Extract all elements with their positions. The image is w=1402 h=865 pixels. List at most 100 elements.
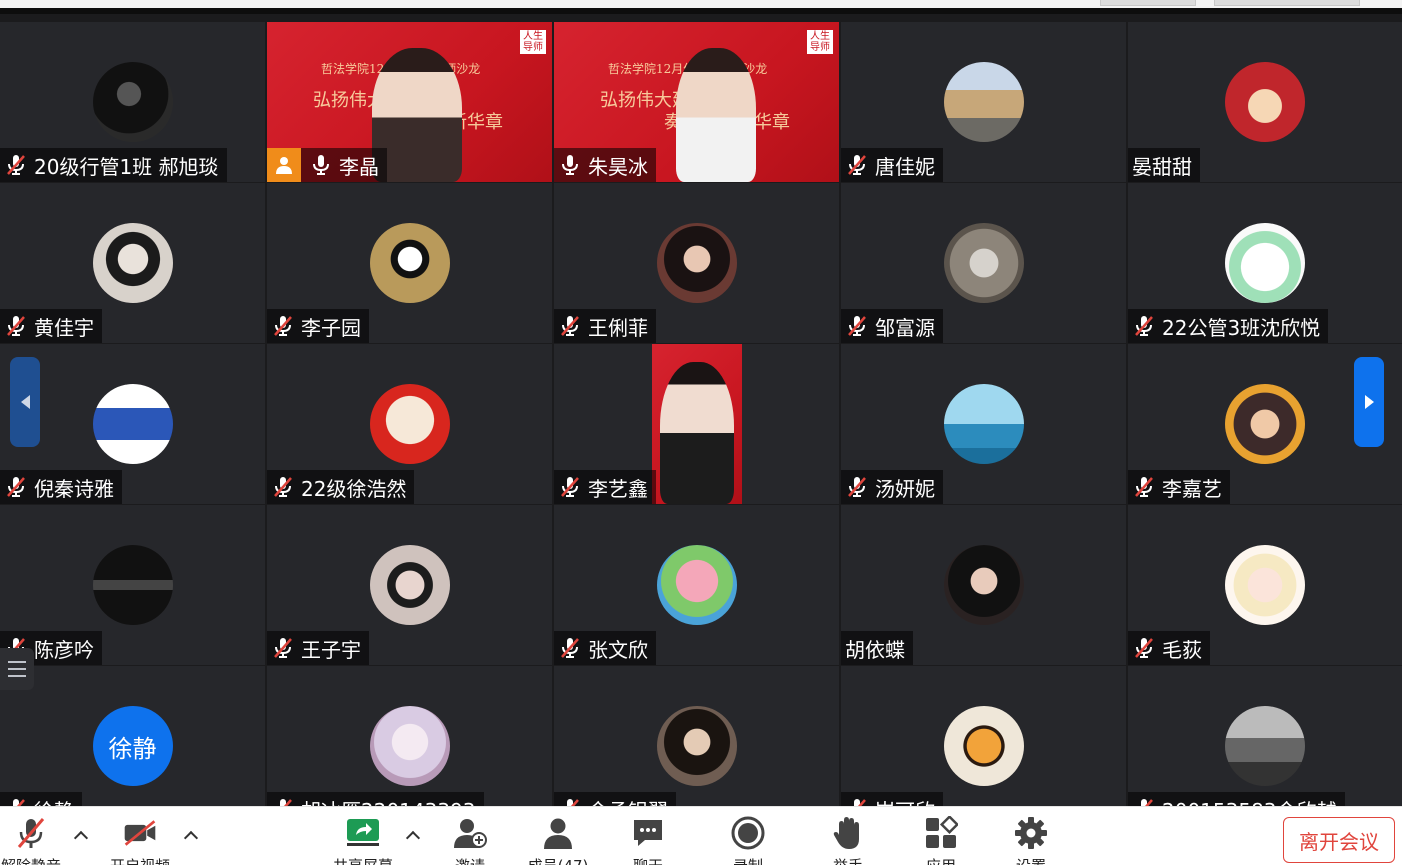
members-icon [540,815,576,851]
avatar: 徐静 [92,706,173,786]
mic-muted-icon [558,314,582,338]
avatar [92,545,173,625]
members-button[interactable]: 成员(47) [513,815,603,865]
hand-icon [830,815,866,851]
presenter-figure [676,48,756,182]
participant-name: 20级行管1班 郝旭琰 [34,154,219,179]
mic-muted-icon [271,475,295,499]
participant-name-tag: 晏甜甜 [1128,148,1200,182]
participant-name-tag: 黄佳宇 [0,309,102,343]
next-page-arrow[interactable] [1354,357,1384,447]
avatar [1225,384,1305,464]
share-screen-button[interactable]: 共享屏幕 [318,815,408,865]
participant-name: 王俐菲 [588,315,648,340]
raise-hand-button[interactable]: 举手 [803,815,893,865]
participant-tile[interactable]: 哲法学院12月份人生导师沙龙弘扬伟大建党精神奏响时代新华章人生导师朱昊冰 [554,22,839,182]
participant-name-tag: 倪秦诗雅 [0,470,122,504]
participant-name-tag: 22级徐浩然 [267,470,415,504]
apps-button[interactable]: 应用 [896,815,986,865]
participant-tile[interactable]: 哲法学院12月份人生导师沙龙弘扬伟大建党精神奏响时代新华章人生导师李晶 [267,22,552,182]
settings-button[interactable]: 设置 [986,815,1076,865]
participant-tile[interactable]: 余承铝翼 [554,666,839,826]
video-options-caret[interactable] [183,830,199,846]
mic-muted-icon [845,475,869,499]
participant-tile[interactable]: 胡冰雁220143393 [267,666,552,826]
participant-name: 胡依蝶 [845,637,905,662]
participant-tile[interactable]: 张文欣 [554,505,839,665]
participant-name-tag: 王子宇 [267,631,369,665]
top-strip-tab [1100,0,1196,6]
participant-tile[interactable]: 黄佳宇 [0,183,265,343]
participant-name: 王子宇 [301,637,361,662]
participant-tile[interactable]: 晏甜甜 [1128,22,1402,182]
participant-tile[interactable]: 20级行管1班 郝旭琰 [0,22,265,182]
participant-tile[interactable]: 王子宇 [267,505,552,665]
mic-icon [309,153,333,177]
presenter-figure [660,362,734,504]
avatar [943,62,1024,142]
participant-name-tag: 汤妍妮 [841,470,943,504]
chat-label: 聊天 [633,855,663,865]
start-video-button[interactable]: 开启视频 [95,815,185,865]
share-screen-icon [345,815,381,851]
participant-name: 汤妍妮 [875,476,935,501]
participant-tile[interactable]: 徐静徐静 [0,666,265,826]
leave-meeting-button[interactable]: 离开会议 [1283,817,1395,863]
invite-button[interactable]: 邀请 [425,815,515,865]
participant-name-tag: 李嘉艺 [1128,470,1230,504]
avatar [369,706,450,786]
participant-tile[interactable]: 邹富源 [841,183,1126,343]
meeting-toolbar: 解除静音 开启视频 共享屏幕 邀请 成员(47) 聊天 [0,806,1402,865]
unmute-options-caret[interactable] [73,830,89,846]
participant-tile[interactable]: 李艺鑫 [554,344,839,504]
participant-name-tag: 胡依蝶 [841,631,913,665]
unmute-button[interactable]: 解除静音 [0,815,76,865]
participant-grid: 20级行管1班 郝旭琰 哲法学院12月份人生导师沙龙弘扬伟大建党精神奏响时代新华章… [0,22,1402,826]
mic-muted-icon [271,636,295,660]
participant-tile[interactable]: 王俐菲 [554,183,839,343]
participant-tile[interactable]: 崔可欣 [841,666,1126,826]
mic-muted-icon [558,636,582,660]
participant-name: 邹富源 [875,315,935,340]
mic-icon [558,153,582,177]
avatar [656,545,737,625]
participant-name: 李子园 [301,315,361,340]
participant-tile[interactable]: 唐佳妮 [841,22,1126,182]
mic-muted-icon [271,314,295,338]
avatar [369,223,450,303]
participant-name-tag: 唐佳妮 [841,148,943,182]
participant-name: 李嘉艺 [1162,476,1222,501]
avatar [92,62,173,142]
host-icon [267,148,301,182]
participant-tile[interactable]: 胡依蝶 [841,505,1126,665]
participant-name-tag: 朱昊冰 [554,148,656,182]
participant-tile[interactable]: 陈彦吟 [0,505,265,665]
start-video-label: 开启视频 [110,855,170,865]
browser-top-strip [0,0,1402,14]
chat-button[interactable]: 聊天 [603,815,693,865]
members-label: 成员(47) [528,855,589,865]
avatar [369,545,450,625]
participant-tile[interactable]: 22级徐浩然 [267,344,552,504]
participant-name: 朱昊冰 [588,154,648,179]
participant-tile[interactable]: 毛荻 [1128,505,1402,665]
participant-name: 毛荻 [1162,637,1202,662]
avatar [1225,545,1305,625]
record-icon [730,815,766,851]
invite-label: 邀请 [455,855,485,865]
chat-icon [630,815,666,851]
participant-name: 22级徐浩然 [301,476,407,501]
share-options-caret[interactable] [405,830,421,846]
avatar [943,706,1024,786]
participant-tile[interactable]: 李子园 [267,183,552,343]
prev-page-arrow[interactable] [10,357,40,447]
drag-handle-icon[interactable] [0,648,34,690]
participant-tile[interactable]: 200153583余欣越 [1128,666,1402,826]
participant-tile[interactable]: 22公管3班沈欣悦 [1128,183,1402,343]
record-button[interactable]: 录制 [703,815,793,865]
mic-muted-icon [4,314,28,338]
mic-muted-icon [1132,636,1156,660]
participant-tile[interactable]: 汤妍妮 [841,344,1126,504]
apps-label: 应用 [926,855,956,865]
mic-muted-icon [845,153,869,177]
